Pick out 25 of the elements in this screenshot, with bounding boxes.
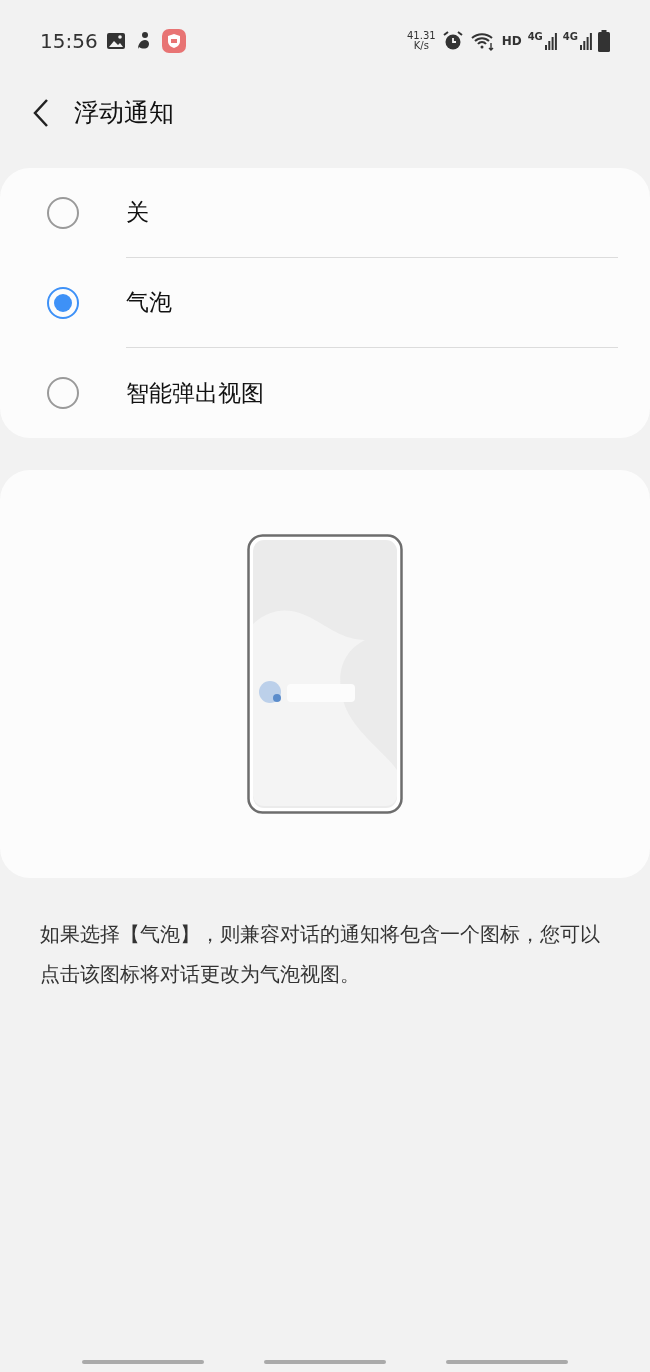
signal-icon: [544, 32, 557, 50]
network-speed: 41.31: [407, 31, 436, 41]
option-row[interactable]: 气泡: [0, 258, 650, 348]
description-text: 如果选择【气泡】，则兼容对话的通知将包含一个图标，您可以点击该图标将对话更改为气泡视图。: [39, 921, 601, 988]
image-icon: [105, 32, 126, 50]
option-label: 关: [126, 198, 149, 228]
back-icon[interactable]: [32, 98, 50, 128]
signal-icon: [580, 32, 592, 50]
page-title: 浮动通知: [74, 97, 174, 130]
option-row[interactable]: 智能弹出视图: [0, 348, 650, 438]
network-type: 4G: [562, 32, 578, 42]
shield-icon: [161, 29, 186, 53]
hd-label: HD: [501, 33, 522, 50]
radio-button[interactable]: [47, 377, 79, 409]
option-row[interactable]: 关: [0, 168, 650, 258]
network-type: 4G: [527, 32, 543, 42]
radio-button[interactable]: [47, 197, 79, 229]
status-time: 15:56: [40, 28, 98, 55]
option-label: 智能弹出视图: [126, 378, 264, 408]
alarm-icon: [441, 30, 464, 52]
wifi-icon: [469, 31, 496, 51]
option-label: 气泡: [126, 288, 172, 318]
network-speed: K/s: [413, 41, 429, 51]
radio-button[interactable]: [47, 287, 79, 319]
battery-icon: [598, 30, 610, 52]
